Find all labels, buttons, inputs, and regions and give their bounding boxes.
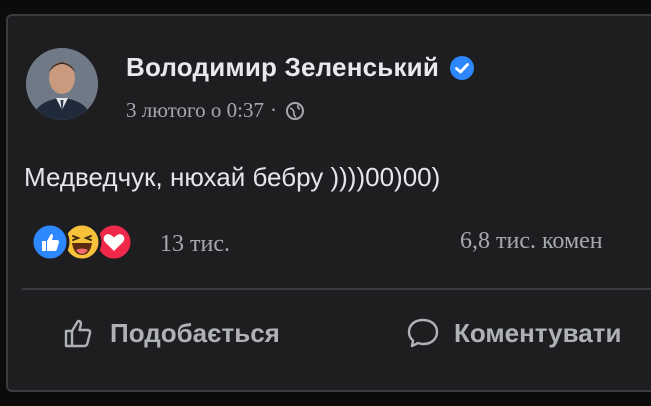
like-icon <box>30 222 70 262</box>
comment-button[interactable]: Коментувати <box>406 316 621 350</box>
like-label: Подобається <box>110 317 280 348</box>
post-text: Медведчук, нюхай бебру ))))00)00) <box>24 162 441 192</box>
thumbs-up-icon <box>64 319 92 348</box>
author-row: Володимир Зеленський <box>126 52 475 83</box>
avatar-photo <box>26 48 98 120</box>
verified-badge-icon <box>450 55 475 80</box>
author-name[interactable]: Володимир Зеленський <box>126 52 439 83</box>
post-timestamp[interactable]: 3 лютого о 0:37 <box>126 98 264 123</box>
comments-count[interactable]: 6,8 тис. комен <box>460 228 603 255</box>
like-button[interactable]: Подобається <box>62 316 280 350</box>
comment-label: Коментувати <box>454 317 622 348</box>
meta-separator: · <box>269 98 277 122</box>
post-meta: 3 лютого о 0:37 · <box>126 98 305 123</box>
post-card: Володимир Зеленський 3 лютого о 0:37 · М… <box>6 14 651 392</box>
globe-icon <box>285 101 304 120</box>
reactions-summary[interactable]: 13 тис. <box>30 222 230 266</box>
comment-bubble-icon <box>407 318 439 348</box>
actions-divider <box>22 288 651 290</box>
avatar[interactable] <box>26 48 98 120</box>
reaction-count: 13 тис. <box>160 230 230 257</box>
reaction-icons <box>30 222 150 266</box>
